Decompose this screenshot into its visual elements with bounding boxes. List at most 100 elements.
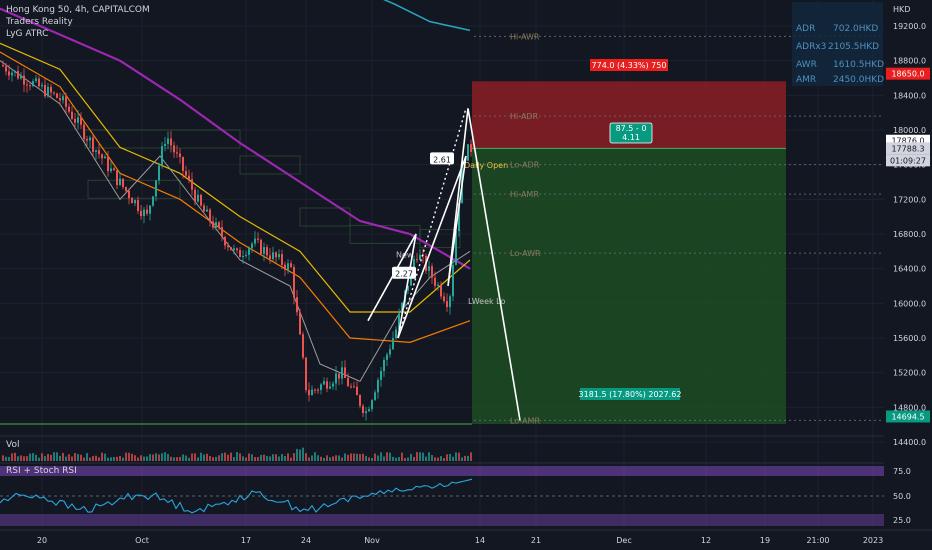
candle-body xyxy=(413,259,415,268)
volume-bar xyxy=(257,457,259,461)
candle-body xyxy=(86,138,88,141)
volume-bar xyxy=(50,454,52,461)
level-label-lo_adr: Lo-ADR xyxy=(510,161,540,170)
volume-bar xyxy=(143,456,145,461)
candle-body xyxy=(248,248,250,255)
volume-bar xyxy=(200,452,202,461)
candle-body xyxy=(134,200,136,204)
volume-bar xyxy=(233,457,235,461)
candle-body xyxy=(245,254,247,256)
candle-body xyxy=(113,168,115,171)
volume-bar xyxy=(329,457,331,461)
candle-body xyxy=(260,239,262,254)
candle-body xyxy=(335,373,337,384)
candle-body xyxy=(110,168,112,172)
volume-bar xyxy=(263,454,265,461)
volume-bar xyxy=(101,452,103,461)
chart-legend: Hong Kong 50, 4h, CAPITALCOM Traders Rea… xyxy=(6,4,150,40)
volume-bar xyxy=(299,449,301,461)
candle-body xyxy=(56,93,58,99)
wave-ratio-2: 2.61 xyxy=(433,155,451,164)
candle-body xyxy=(104,156,106,159)
candle-body xyxy=(326,381,328,389)
candle-body xyxy=(299,312,301,335)
price-tag: 17788.3 xyxy=(891,144,924,153)
volume-bar xyxy=(347,454,349,461)
candle-body xyxy=(347,377,349,387)
volume-bar xyxy=(188,457,190,461)
volume-bar xyxy=(56,452,58,461)
candle-body xyxy=(53,92,55,94)
candle-body xyxy=(203,205,205,212)
candle-body xyxy=(275,252,277,258)
candle-body xyxy=(377,379,379,393)
candle-body xyxy=(470,144,472,152)
volume-bar xyxy=(20,455,22,461)
candle-body xyxy=(308,390,310,396)
candle-body xyxy=(320,384,322,390)
volume-bar xyxy=(404,457,406,461)
volume-bar xyxy=(170,456,172,461)
candle-body xyxy=(431,266,433,278)
candle-body xyxy=(338,373,340,379)
rsi-tick: 75.0 xyxy=(893,467,911,476)
candle-body xyxy=(38,78,40,87)
volume-bar xyxy=(209,455,211,461)
volume-bar xyxy=(293,453,295,461)
candle-body xyxy=(221,227,223,237)
candle-body xyxy=(89,137,91,141)
candle-body xyxy=(32,81,34,87)
candle-body xyxy=(59,98,61,101)
candle-body xyxy=(443,296,445,302)
indicator-traders-reality[interactable]: Traders Reality xyxy=(6,16,150,28)
time-tick: 21:00 xyxy=(806,536,829,545)
volume-bar xyxy=(458,452,460,461)
volume-bar xyxy=(422,452,424,461)
volume-bar xyxy=(344,453,346,461)
time-tick: 2023 xyxy=(863,536,883,545)
candle-body xyxy=(74,118,76,123)
volume-bar xyxy=(440,456,442,461)
candle-body xyxy=(116,170,118,185)
candle-body xyxy=(8,71,10,76)
candle-body xyxy=(224,236,226,246)
candle-body xyxy=(155,180,157,197)
volume-bar xyxy=(80,454,82,461)
candle-body xyxy=(296,297,298,313)
volume-bar xyxy=(377,455,379,461)
volume-bar xyxy=(407,457,409,461)
volume-bar xyxy=(239,453,241,461)
volume-bar xyxy=(113,456,115,461)
candle-body xyxy=(239,250,241,258)
volume-bar xyxy=(251,454,253,461)
candle-body xyxy=(389,349,391,355)
rsi-overbought-band xyxy=(0,466,884,476)
volume-bar xyxy=(389,452,391,461)
price-tag: 01:09:27 xyxy=(890,156,926,165)
ratio-value: 4.11 xyxy=(622,133,640,142)
volume-bar xyxy=(146,456,148,461)
volume-bar xyxy=(461,457,463,461)
volume-bar xyxy=(311,455,313,461)
indicator-lyg-atrc[interactable]: LyG ATRC xyxy=(6,28,150,40)
candle-body xyxy=(191,179,193,190)
candle-body xyxy=(446,301,448,308)
volume-bar xyxy=(383,456,385,461)
price-axis[interactable]: HKD19200.018800.018400.018000.017600.017… xyxy=(886,5,930,525)
volume-bar xyxy=(365,455,367,461)
time-tick: 19 xyxy=(760,536,770,545)
volume-bar xyxy=(158,454,160,461)
candle-body xyxy=(287,263,289,270)
candle-body xyxy=(278,254,280,258)
candle-body xyxy=(212,221,214,228)
candle-body xyxy=(329,386,331,389)
candle-body xyxy=(293,267,295,298)
time-axis[interactable]: 20 Oct 17 24 Nov 14 21 Dec 12 19 21:00 2023 xyxy=(0,529,932,545)
volume-bar xyxy=(83,457,85,461)
candle-body xyxy=(143,209,145,217)
symbol-title[interactable]: Hong Kong 50, 4h, CAPITALCOM xyxy=(6,4,150,16)
volume-bar xyxy=(134,455,136,461)
time-tick: 14 xyxy=(475,536,485,545)
volume-bar xyxy=(164,452,166,461)
candle-body xyxy=(302,334,304,358)
